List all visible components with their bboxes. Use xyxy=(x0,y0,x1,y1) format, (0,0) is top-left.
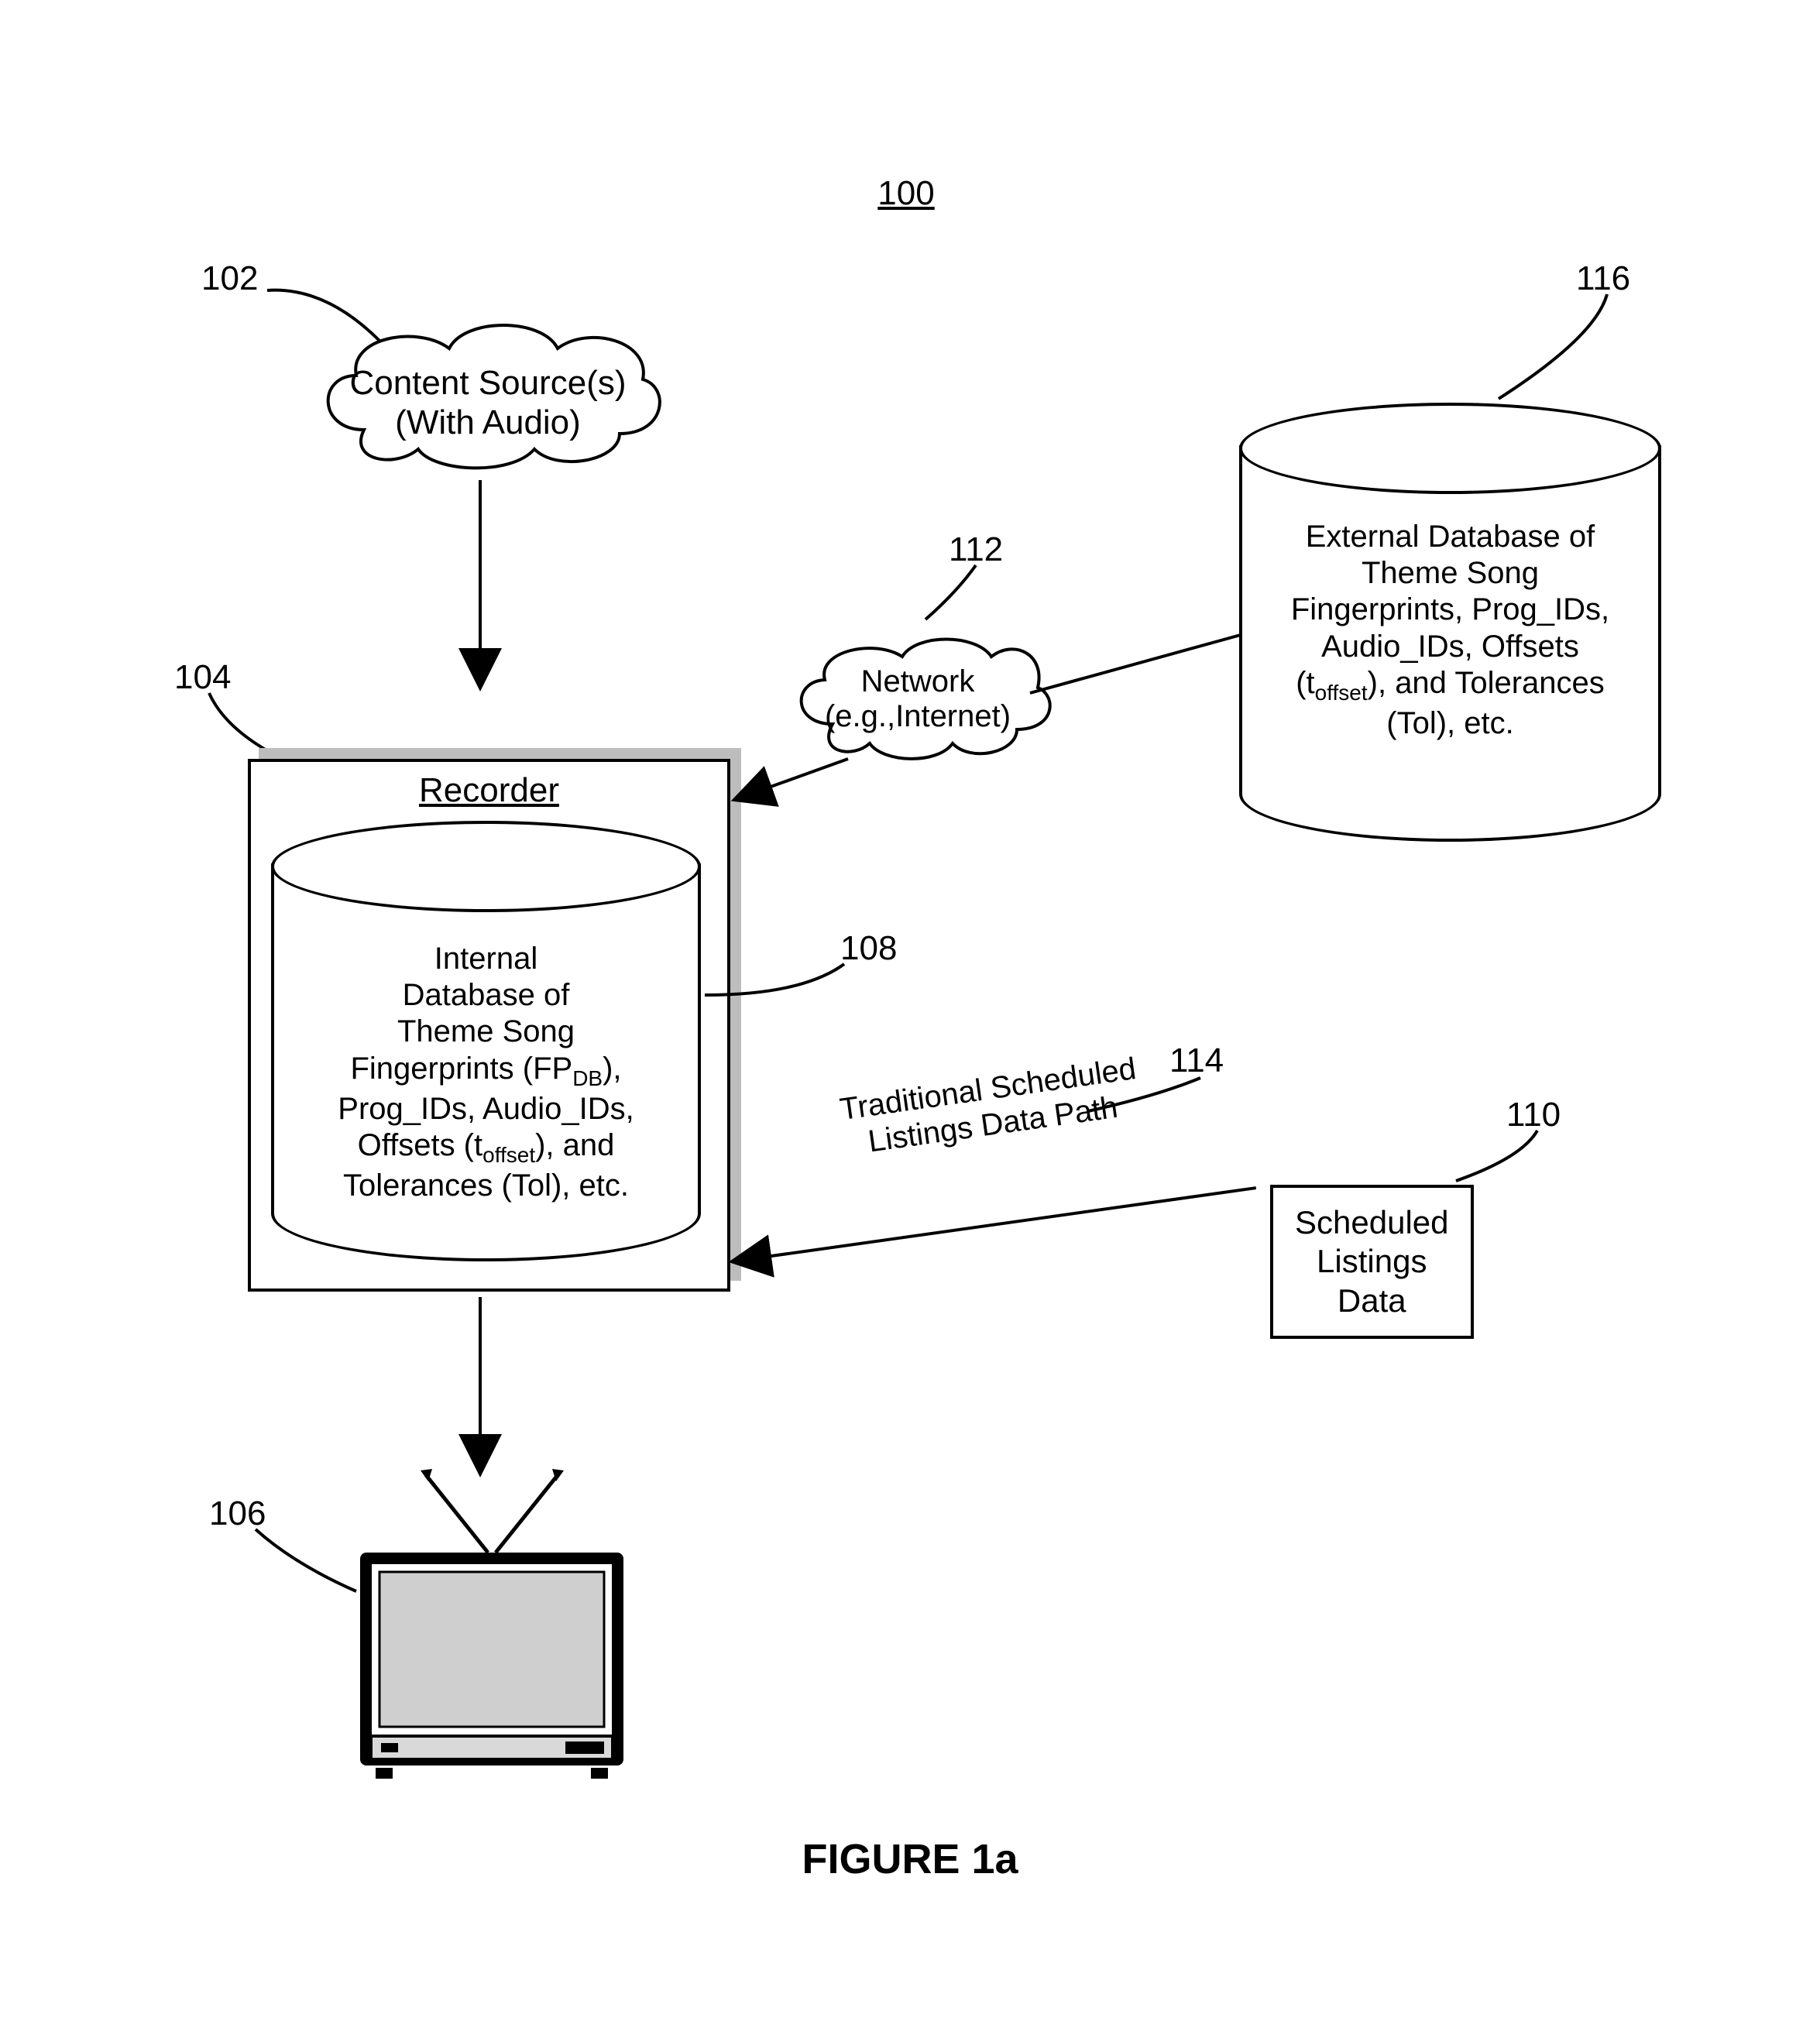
idb-l1: Internal xyxy=(434,942,537,976)
content-source-text: Content Source(s) (With Audio) xyxy=(333,364,643,442)
network-text: Network (e.g.,Internet) xyxy=(809,664,1026,734)
tv-icon xyxy=(333,1467,651,1793)
leader-110 xyxy=(1448,1123,1557,1192)
internal-db-cylinder: Internal Database of Theme Song Fingerpr… xyxy=(271,821,701,1266)
sched-l2: Listings xyxy=(1317,1243,1427,1279)
edb-l4: Audio_IDs, Offsets xyxy=(1321,630,1579,664)
arrow-sched-to-recorder xyxy=(732,1177,1274,1270)
sched-l3: Data xyxy=(1338,1282,1406,1319)
ref-label-102: 102 xyxy=(201,259,258,298)
edb-l3: Fingerprints, Prog_IDs, xyxy=(1291,592,1609,626)
edb-l2: Theme Song xyxy=(1362,556,1539,590)
edb-l1: External Database of xyxy=(1306,520,1595,554)
idb-l5: Prog_IDs, Audio_IDs, xyxy=(338,1092,634,1126)
recorder-title: Recorder xyxy=(251,762,727,816)
leader-116 xyxy=(1487,287,1626,410)
figure-title: FIGURE 1a xyxy=(0,1835,1820,1883)
idb-l3: Theme Song xyxy=(397,1014,575,1048)
content-source-line2: (With Audio) xyxy=(395,403,581,441)
arrow-content-to-recorder xyxy=(465,476,496,685)
idb-l2: Database of xyxy=(403,978,570,1012)
content-source-line1: Content Source(s) xyxy=(349,364,626,402)
external-db-cylinder: External Database of Theme Song Fingerpr… xyxy=(1239,403,1661,848)
idb-l4: Fingerprints (FPDB), xyxy=(350,1052,621,1086)
arrow-recorder-to-tv xyxy=(465,1293,496,1471)
leader-108 xyxy=(701,952,856,1014)
network-line1: Network xyxy=(861,664,975,698)
figure-ref-number: 100 xyxy=(860,174,953,213)
edb-l5: (toffset), and Tolerances xyxy=(1296,666,1605,700)
idb-l6: Offsets (toffset), and xyxy=(358,1128,615,1162)
network-line2: (e.g.,Internet) xyxy=(825,699,1011,733)
idb-l7: Tolerances (Tol), etc. xyxy=(343,1168,629,1203)
edb-l6: (Tol), etc. xyxy=(1386,706,1513,740)
sched-l1: Scheduled xyxy=(1295,1204,1449,1240)
trad-path-label: Traditional Scheduled Listings Data Path xyxy=(786,1044,1195,1170)
line-extdb-to-network xyxy=(1022,631,1270,709)
arrow-network-to-recorder xyxy=(740,751,864,805)
scheduled-listings-box: Scheduled Listings Data xyxy=(1270,1185,1474,1339)
leader-104 xyxy=(201,681,294,767)
